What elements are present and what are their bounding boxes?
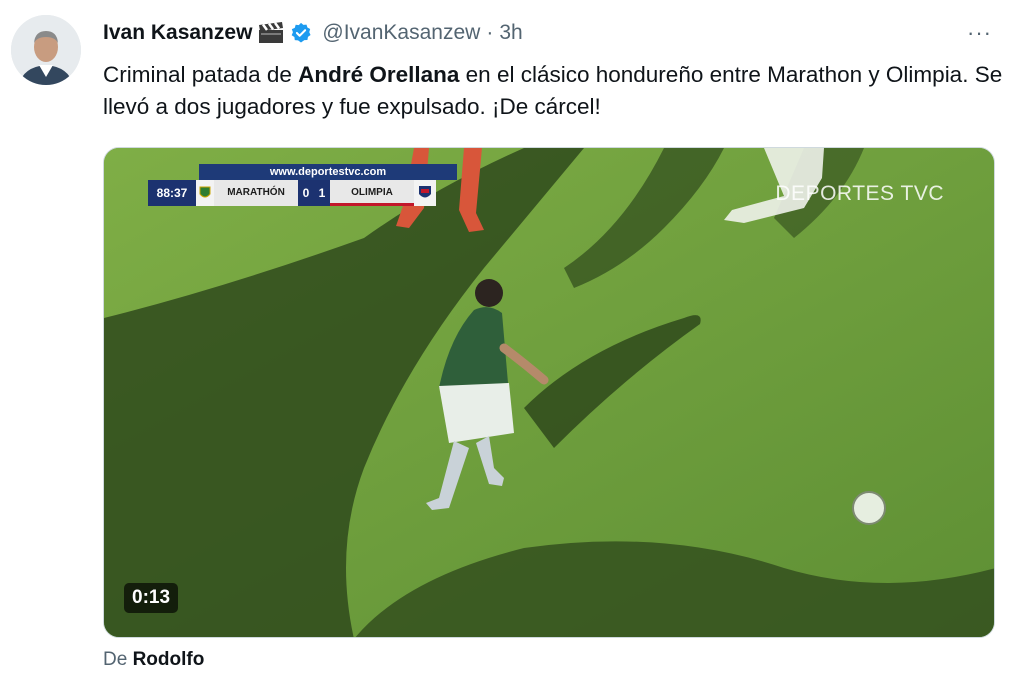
more-options-icon[interactable]: ··· bbox=[967, 20, 992, 46]
verified-badge-icon[interactable] bbox=[290, 22, 312, 44]
separator-dot: · bbox=[486, 21, 494, 44]
video-frame bbox=[104, 148, 994, 637]
avatar[interactable] bbox=[11, 15, 81, 85]
home-team: MARATHÓN bbox=[214, 180, 298, 206]
match-clock: 88:37 bbox=[148, 180, 196, 206]
home-score: 0 bbox=[298, 180, 314, 206]
video-duration-badge: 0:13 bbox=[124, 583, 179, 613]
tweet-timestamp[interactable]: 3h bbox=[499, 21, 522, 45]
user-handle[interactable]: @IvanKasanzew bbox=[322, 21, 480, 45]
tweet-header: Ivan Kasanzew @IvanKasanzew · 3h bbox=[103, 18, 523, 48]
scoreboard: 88:37 MARATHÓN 0 1 OLIMPIA bbox=[148, 180, 436, 206]
clapperboard-emoji bbox=[258, 22, 284, 44]
tweet-text: Criminal patada de André Orellana en el … bbox=[103, 59, 1003, 123]
away-score: 1 bbox=[314, 180, 330, 206]
away-team: OLIMPIA bbox=[330, 180, 414, 206]
scoreboard-url: www.deportestvc.com bbox=[199, 164, 457, 180]
marathon-crest-icon bbox=[196, 180, 214, 206]
broadcast-watermark: DEPORTES TVC bbox=[775, 182, 944, 205]
attribution-prefix: De bbox=[103, 649, 128, 670]
display-name[interactable]: Ivan Kasanzew bbox=[103, 21, 252, 45]
olimpia-crest-icon bbox=[414, 180, 436, 206]
tweet-text-part1: Criminal patada de bbox=[103, 62, 299, 87]
video-player[interactable]: www.deportestvc.com 88:37 MARATHÓN 0 1 O… bbox=[103, 147, 995, 638]
attribution-source[interactable]: Rodolfo bbox=[133, 649, 205, 670]
video-attribution: De Rodolfo bbox=[103, 649, 204, 671]
tweet-text-bold-name: André Orellana bbox=[298, 62, 460, 87]
